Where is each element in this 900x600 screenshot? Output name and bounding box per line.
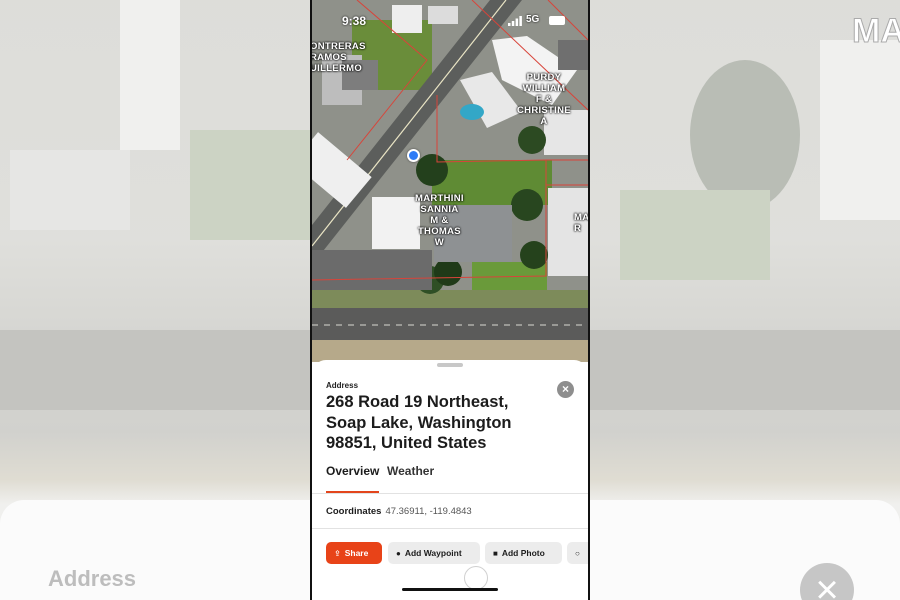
sheet-grabber-handle[interactable] <box>437 363 463 367</box>
location-detail-sheet: Address × 268 Road 19 Northeast, Soap La… <box>312 360 588 600</box>
divider <box>312 528 588 529</box>
coordinates-row[interactable]: Coordinates 47.36911, -119.4843 <box>326 506 472 517</box>
coordinates-label: Coordinates <box>326 506 382 517</box>
parcel-label-contreras[interactable]: ONTRERAS RAMOS UILLERMO <box>312 41 366 74</box>
add-waypoint-label: Add Waypoint <box>404 548 462 558</box>
coordinates-value: 47.36911, -119.4843 <box>385 506 472 517</box>
comment-button[interactable]: ○ <box>567 542 588 564</box>
parcel-label-edge[interactable]: MA R <box>574 212 588 234</box>
background-left: Address <box>0 0 310 600</box>
background-right: MA × <box>590 0 900 600</box>
assistive-touch-circle[interactable] <box>464 566 488 590</box>
home-indicator[interactable] <box>402 588 498 591</box>
phone-screen: ONTRERAS RAMOS UILLERMO PURDY WILLIAM F … <box>310 0 590 600</box>
parcel-label-purdy[interactable]: PURDY WILLIAM F & CHRISTINE A <box>517 72 571 127</box>
add-waypoint-button[interactable]: ● Add Waypoint <box>388 542 480 564</box>
map-pin-icon: ● <box>396 549 401 558</box>
action-buttons-row: ⇪ Share ● Add Waypoint ■ Add Photo ○ <box>326 542 588 564</box>
tab-weather[interactable]: Weather <box>387 464 434 478</box>
satellite-map[interactable]: ONTRERAS RAMOS UILLERMO PURDY WILLIAM F … <box>312 0 588 362</box>
share-button-label: Share <box>344 548 369 558</box>
address-section-label: Address <box>326 381 359 390</box>
current-location-dot[interactable] <box>407 149 420 162</box>
divider <box>312 493 588 494</box>
add-photo-button[interactable]: ■ Add Photo <box>485 542 562 564</box>
background-map-text: MA <box>852 12 900 51</box>
close-icon[interactable]: × <box>557 381 574 398</box>
network-indicator: 5G <box>526 14 540 25</box>
signal-bars-icon <box>508 16 522 26</box>
status-bar: 9:38 5G <box>312 0 588 40</box>
camera-icon: ■ <box>493 549 498 558</box>
background-address-label: Address <box>48 566 137 591</box>
share-icon: ⇪ <box>334 549 341 558</box>
battery-icon <box>549 16 565 25</box>
add-photo-label: Add Photo <box>501 548 545 558</box>
screenshot-stage: Address MA × ONTRERAS RAMOS UILLERMO PUR… <box>0 0 900 600</box>
parcel-label-marthini[interactable]: MARTHINI SANNIA M & THOMAS W <box>415 193 464 248</box>
status-time: 9:38 <box>342 14 367 28</box>
share-button[interactable]: ⇪ Share <box>326 542 382 564</box>
address-title: 268 Road 19 Northeast, Soap Lake, Washin… <box>326 393 512 452</box>
comment-icon: ○ <box>575 549 580 558</box>
tab-overview[interactable]: Overview <box>326 464 379 478</box>
